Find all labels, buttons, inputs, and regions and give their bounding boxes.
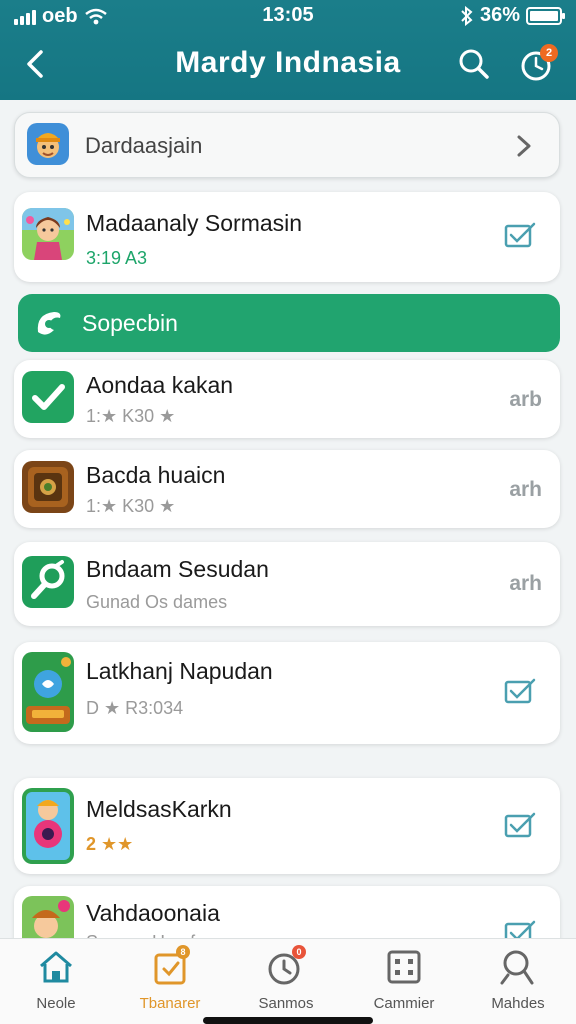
tab-label: Tbanarer (139, 995, 201, 1012)
category-label: Dardaasjain (85, 133, 203, 158)
chevron-right-icon (517, 135, 531, 157)
header: oeb 13:05 36% Mardy Indnasia 2 (0, 0, 576, 100)
list-item[interactable]: Latkhanj Napudan D ★ R3:034 (14, 642, 560, 744)
app-root: oeb 13:05 36% Mardy Indnasia 2 Dardaasja… (0, 0, 576, 1024)
tab-home[interactable]: Neole (6, 947, 106, 1017)
tab-badge: 8 (176, 945, 190, 959)
tab-services[interactable]: 0 Sanmos (236, 945, 336, 1017)
home-indicator (203, 1017, 373, 1024)
home-icon (36, 947, 76, 987)
wrench-app-icon (22, 556, 74, 608)
list-item-title: Latkhanj Napudan (86, 658, 273, 684)
bluetooth-icon (461, 5, 473, 26)
list-item-subtitle: Gunad Os dames (86, 592, 228, 612)
list-item-action[interactable]: arb (509, 388, 542, 412)
game-app-icon (22, 652, 74, 732)
nav-row: Mardy Indnasia 2 (0, 36, 576, 92)
section-label: Sopecbin (82, 310, 178, 336)
featured-item[interactable]: Madaanaly Sormasin 3:19 A3 (14, 192, 560, 282)
tab-label: Sanmos (258, 995, 314, 1012)
girl-app-icon (22, 208, 74, 260)
list-item-title: Aondaa kakan (86, 372, 234, 398)
battery-icon (526, 6, 565, 25)
search-button[interactable] (456, 46, 492, 82)
list-item-title: Bndaam Sesudan (86, 556, 269, 582)
search-icon (498, 947, 538, 987)
checkbox-icon[interactable] (504, 222, 536, 250)
list-item-title: MeldsasKarkn (86, 796, 232, 822)
battery-label: 36% (479, 4, 520, 26)
featured-item-title: Madaanaly Sormasin (86, 210, 303, 236)
list-item-action[interactable]: arh (509, 478, 542, 502)
notification-badge: 2 (540, 44, 558, 62)
leaf-icon (37, 312, 61, 335)
list-item[interactable]: Bndaam Sesudan Gunad Os dames arh (14, 542, 560, 626)
list-item-subtitle: 1:★ K30 ★ (86, 496, 176, 516)
task-icon: 8 (150, 945, 190, 987)
list-item-subtitle: D ★ R3:034 (86, 698, 184, 718)
list-item-subtitle: 1:★ K30 ★ (86, 406, 176, 426)
tab-label: Cammier (373, 995, 435, 1012)
tab-search[interactable]: Mahdes (468, 947, 568, 1017)
grid-icon (384, 947, 424, 987)
status-bar: oeb 13:05 36% (0, 0, 576, 32)
featured-item-subtitle: 3:19 A3 (86, 248, 148, 268)
checkbox-icon[interactable] (504, 678, 536, 706)
clock-icon: 0 (266, 945, 306, 987)
character-app-icon (22, 788, 74, 864)
tab-badge: 0 (292, 945, 306, 959)
list-item-subtitle: 2 ★★ (86, 834, 134, 854)
list-item-title: Bacda huaicn (86, 462, 226, 488)
treasure-box-app-icon (22, 461, 74, 513)
list-item-action[interactable]: arh (509, 572, 542, 596)
checkmark-app-icon (22, 371, 74, 423)
status-right: 36% (460, 4, 565, 27)
tab-camera[interactable]: Cammier (354, 947, 454, 1017)
tab-label: Neole (36, 995, 76, 1012)
notification-button[interactable]: 2 (518, 44, 558, 84)
section-banner[interactable]: Sopecbin (18, 294, 560, 352)
worker-app-icon (27, 123, 69, 165)
list-item[interactable]: MeldsasKarkn 2 ★★ (14, 778, 560, 874)
tab-timer[interactable]: 8 Tbanarer (120, 945, 220, 1017)
list-item[interactable]: Aondaa kakan 1:★ K30 ★ arb (14, 360, 560, 438)
tab-label: Mahdes (491, 995, 545, 1012)
checkbox-icon[interactable] (504, 812, 536, 840)
category-card[interactable]: Dardaasjain (14, 112, 560, 178)
list-item[interactable]: Bacda huaicn 1:★ K30 ★ arh (14, 450, 560, 528)
list-item-title: Vahdaoonaia (86, 900, 220, 926)
bottom-nav: Neole 8 Tbanarer 0 Sanmos Cammier Mahdes (0, 938, 576, 1024)
search-icon (459, 49, 489, 79)
